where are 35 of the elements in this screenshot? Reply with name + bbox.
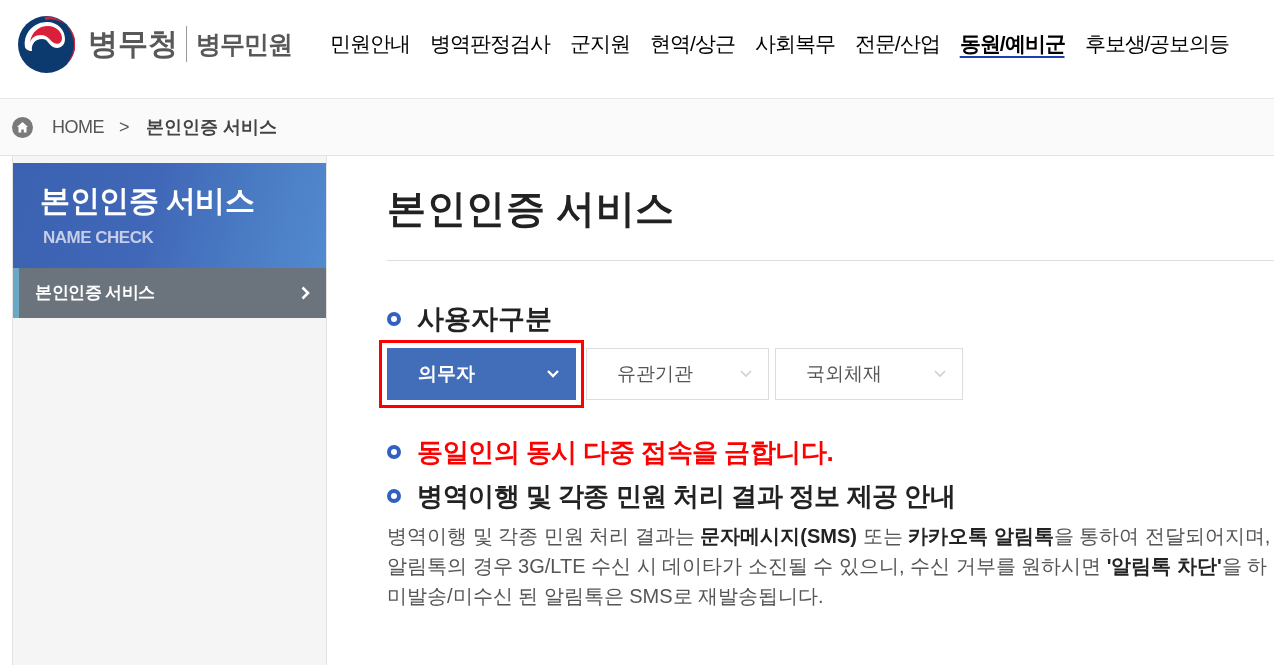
nav-menu-link[interactable]: 동원/예비군 [959,30,1065,58]
ring-bullet-icon [387,445,401,459]
breadcrumb-separator: > [119,115,130,139]
sidebar-subtitle: NAME CHECK [43,227,155,249]
sidebar-title: 본인인증 서비스 [40,183,256,219]
agency-logo-text[interactable]: 병무청 [88,29,178,59]
breadcrumb-current: 본인인증 서비스 [145,115,277,139]
nav-menu-link[interactable]: 사회복무 [754,30,835,58]
breadcrumb-home-link[interactable]: HOME [52,113,104,141]
user-type-dropdown[interactable]: 유관기관 [586,348,769,400]
user-type-dropdown[interactable]: 국외체재 [775,348,963,400]
info-text-line: 병역이행 및 각종 민원 처리 결과는 문자메시지(SMS) 또는 카카오톡 알림톡을 통하여 전달되어지며, [387,524,1271,549]
ring-bullet-icon [387,489,401,503]
nav-menu-link[interactable]: 전문/산업 [854,30,940,58]
user-type-dropdown[interactable]: 의무자 [387,348,576,400]
nav-menu-link[interactable]: 후보생/공보의등 [1084,30,1230,58]
nav-menu-link[interactable]: 군지원 [570,30,630,58]
home-icon[interactable] [12,116,33,138]
nav-menu-link[interactable]: 현역/상근 [650,30,735,58]
nav-menu-link[interactable]: 병역판정검사 [430,30,550,58]
chevron-right-icon [301,286,310,300]
chevron-down-icon [934,370,946,378]
sidebar-menu-item[interactable]: 본인인증 서비스 [13,268,326,318]
section-heading: 병역이행 및 각종 민원 처리 결과 정보 제공 안내 [417,480,956,512]
ring-bullet-icon [387,312,401,326]
warning-text: 동일인의 동시 다중 접속을 금합니다. [417,436,834,468]
page-title: 본인인증 서비스 [387,188,675,228]
nav-menu-link[interactable]: 민원안내 [330,30,410,58]
site-name-text[interactable]: 병무민원 [196,31,292,57]
info-text-line: 알림톡의 경우 3G/LTE 수신 시 데이타가 소진될 수 있으니, 수신 거부를 원하시면 '알림톡 차단'을 하 [387,554,1268,579]
section-heading: 사용자구분 [417,305,552,333]
emblem-logo-icon[interactable] [18,15,75,73]
info-text-line: 미발송/미수신 된 알림톡은 SMS로 재발송됩니다. [387,584,824,609]
chevron-down-icon [547,370,559,378]
chevron-down-icon [740,370,752,378]
